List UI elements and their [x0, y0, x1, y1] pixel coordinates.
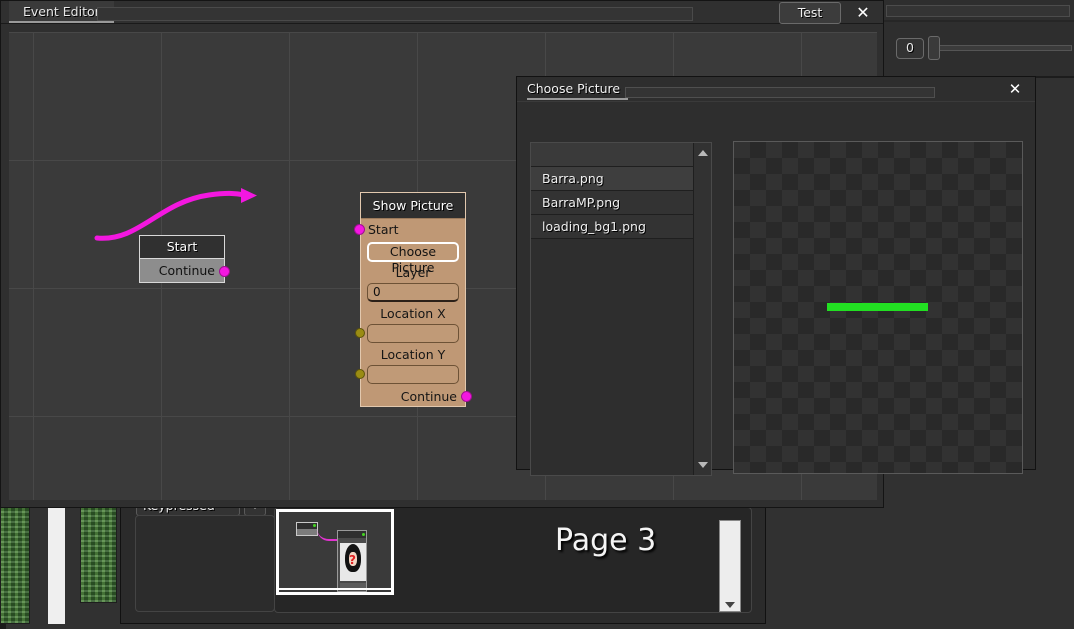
event-graph-thumbnail[interactable]: ? [276, 509, 394, 595]
close-icon[interactable]: ✕ [1005, 79, 1025, 99]
exec-input-port[interactable] [354, 224, 365, 235]
node-start[interactable]: Start Continue [139, 235, 230, 283]
location-y-label: Location Y [380, 347, 446, 362]
layer-input[interactable]: 0 [367, 283, 459, 302]
choose-picture-button[interactable]: Choose Picture [367, 242, 459, 275]
chevron-down-icon [725, 602, 735, 608]
list-item[interactable]: loading_bg1.png [531, 215, 694, 239]
location-y-input[interactable] [367, 365, 459, 384]
triangle-down-icon[interactable] [697, 459, 709, 471]
node-show-picture-continue-label: Continue [400, 389, 457, 404]
thumbnail-wire [317, 529, 338, 541]
file-list[interactable]: Barra.png BarraMP.png loading_bg1.png [531, 143, 694, 475]
list-empty-area[interactable] [531, 239, 694, 475]
file-list-container: Barra.png BarraMP.png loading_bg1.png [530, 142, 712, 476]
page-title: Page 3 [555, 523, 657, 558]
layer-label: Layer [395, 265, 431, 280]
close-icon[interactable]: ✕ [852, 2, 874, 24]
list-item[interactable]: BarraMP.png [531, 191, 694, 215]
exec-output-port[interactable] [219, 266, 230, 277]
page-content-box: ? Page 3 [274, 507, 752, 613]
file-list-scrollbar[interactable] [693, 143, 711, 475]
app-root: 0 Keypressed ? [0, 0, 1074, 629]
page-scrollbar[interactable] [719, 520, 741, 612]
value-slider-knob[interactable] [928, 36, 940, 60]
node-start-continue-row[interactable]: Continue [140, 259, 230, 283]
node-show-picture-title: Show Picture [361, 193, 465, 219]
thumbnail-start-node [296, 522, 318, 536]
preview-green-bar [827, 303, 928, 311]
node-show-picture-start-label: Start [368, 222, 399, 237]
event-editor-titlebar: Event Editor Test ✕ [1, 1, 883, 24]
node-start-title: Start [140, 236, 224, 259]
dialog-body: Barra.png BarraMP.png loading_bg1.png [517, 101, 1035, 476]
location-x-label: Location X [380, 306, 446, 321]
location-x-input[interactable] [367, 324, 459, 343]
page-editor-panel: Keypressed ? [120, 494, 766, 624]
test-button[interactable]: Test [779, 2, 841, 24]
location-x-input-port[interactable] [355, 328, 365, 338]
node-show-picture[interactable]: Show Picture Start Choose Picture Layer … [354, 192, 472, 407]
dialog-titlebar: Choose Picture ✕ [517, 77, 1035, 101]
choose-picture-dialog: Choose Picture ✕ Barra.png BarraMP.png l… [516, 76, 1036, 476]
dialog-titlebar-rail [625, 87, 935, 98]
value-slider-track[interactable] [930, 45, 1072, 51]
tileset-thumbnail-left [0, 506, 30, 624]
value-input[interactable]: 0 [896, 38, 924, 59]
dialog-title: Choose Picture [527, 77, 629, 100]
node-show-picture-continue-row[interactable]: Continue [361, 386, 472, 407]
location-y-input-port[interactable] [355, 369, 365, 379]
triangle-up-icon[interactable] [697, 147, 709, 159]
tileset-thumbnail-mid [80, 506, 117, 603]
node-start-continue-label: Continue [158, 263, 215, 278]
thumbnail-show-picture-node: ? [337, 530, 367, 592]
exec-output-port-show-picture[interactable] [461, 391, 472, 402]
list-item[interactable]: Barra.png [531, 167, 694, 191]
white-divider-strip [48, 506, 65, 624]
image-preview [733, 141, 1023, 474]
right-panel-divider [884, 20, 1074, 22]
thumbnail-baseline [279, 588, 391, 590]
right-slider-panel: 0 [884, 0, 1074, 76]
page-options-box [135, 515, 275, 612]
thumbnail-portrait-image: ? [340, 543, 366, 581]
titlebar-rail [97, 7, 693, 21]
list-item[interactable] [531, 143, 694, 167]
node-show-picture-start-row[interactable]: Start [354, 219, 465, 240]
right-panel-rail [886, 5, 1070, 17]
